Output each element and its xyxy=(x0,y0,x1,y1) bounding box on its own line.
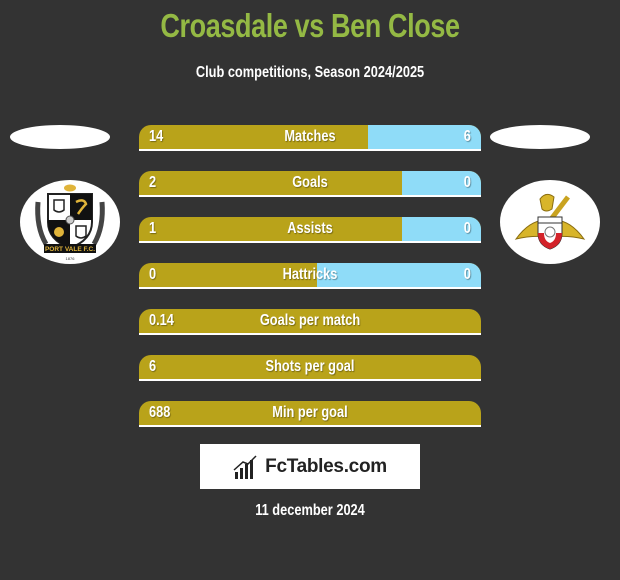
stat-row: 0.14 Goals per match xyxy=(139,309,481,335)
stat-row: 14 Matches 6 xyxy=(139,125,481,151)
right-value: 0 xyxy=(463,174,471,191)
left-team-logo[interactable]: PORT VALE F.C. 1876 xyxy=(20,180,120,264)
right-player-oval xyxy=(490,125,590,149)
stat-row: 2 Goals 0 xyxy=(139,171,481,197)
stat-row: 688 Min per goal xyxy=(139,401,481,427)
left-player-oval xyxy=(10,125,110,149)
right-value: 0 xyxy=(463,220,471,237)
left-value: 1 xyxy=(149,220,157,237)
stat-label: Matches xyxy=(284,128,336,145)
svg-text:1876: 1876 xyxy=(66,256,76,261)
stat-label: Goals per match xyxy=(259,312,361,329)
stat-label: Shots per goal xyxy=(265,358,355,375)
left-value: 14 xyxy=(149,128,164,145)
fctables-logo[interactable]: FcTables.com xyxy=(200,444,420,489)
right-team-logo[interactable] xyxy=(500,180,600,264)
port-vale-crest-icon: PORT VALE F.C. 1876 xyxy=(35,184,105,261)
left-value: 0 xyxy=(149,266,157,283)
left-logo-text: PORT VALE F.C. xyxy=(45,246,95,253)
page-title: Croasdale vs Ben Close xyxy=(160,7,460,44)
stat-label: Assists xyxy=(287,220,333,237)
left-value: 0.14 xyxy=(149,312,174,329)
right-value: 0 xyxy=(463,266,471,283)
left-value: 688 xyxy=(149,404,171,421)
competition-subtitle: Club competitions, Season 2024/2025 xyxy=(195,64,425,81)
stat-row: 0 Hattricks 0 xyxy=(139,263,481,289)
stat-label: Goals xyxy=(292,174,328,191)
stat-row: 6 Shots per goal xyxy=(139,355,481,381)
stat-label: Hattricks xyxy=(282,266,338,283)
bar-chart-icon xyxy=(233,454,257,479)
stat-row: 1 Assists 0 xyxy=(139,217,481,243)
brand-name: FcTables.com xyxy=(265,455,387,477)
right-value: 6 xyxy=(463,128,471,145)
doncaster-rovers-crest-icon xyxy=(514,193,586,250)
left-value: 6 xyxy=(149,358,157,375)
stat-label: Min per goal xyxy=(272,404,348,421)
left-value: 2 xyxy=(149,174,157,191)
date-label: 11 december 2024 xyxy=(255,502,365,519)
